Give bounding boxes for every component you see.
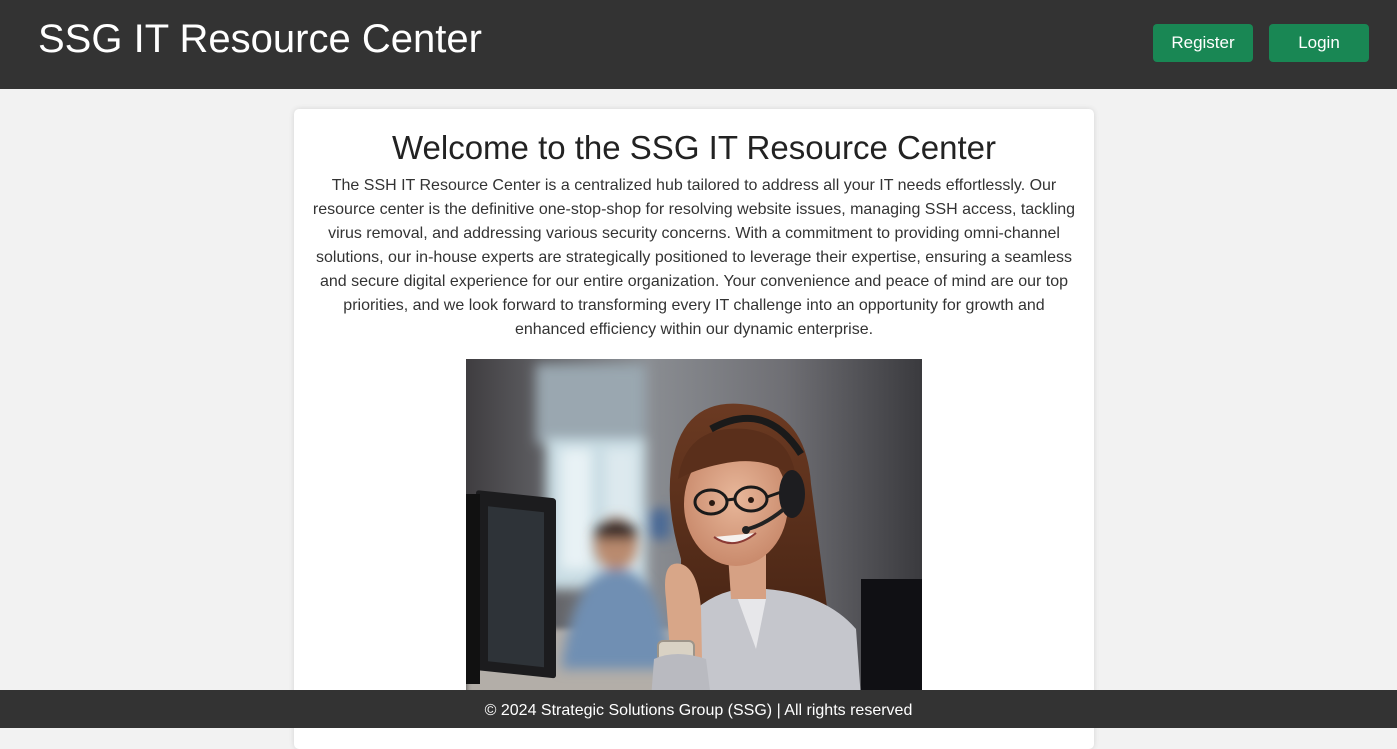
login-button[interactable]: Login xyxy=(1269,24,1369,62)
copyright-text: © 2024 Strategic Solutions Group (SSG) |… xyxy=(484,702,913,719)
intro-paragraph: The SSH IT Resource Center is a centrali… xyxy=(312,177,1076,338)
site-footer: © 2024 Strategic Solutions Group (SSG) |… xyxy=(0,690,1397,728)
site-title: SSG IT Resource Center xyxy=(38,17,482,61)
register-button[interactable]: Register xyxy=(1153,24,1253,62)
support-agent-photo xyxy=(466,359,922,699)
welcome-card: Welcome to the SSG IT Resource Center Th… xyxy=(294,109,1094,749)
welcome-heading: Welcome to the SSG IT Resource Center xyxy=(391,129,997,166)
site-header: SSG IT Resource Center Register Login xyxy=(0,0,1397,89)
